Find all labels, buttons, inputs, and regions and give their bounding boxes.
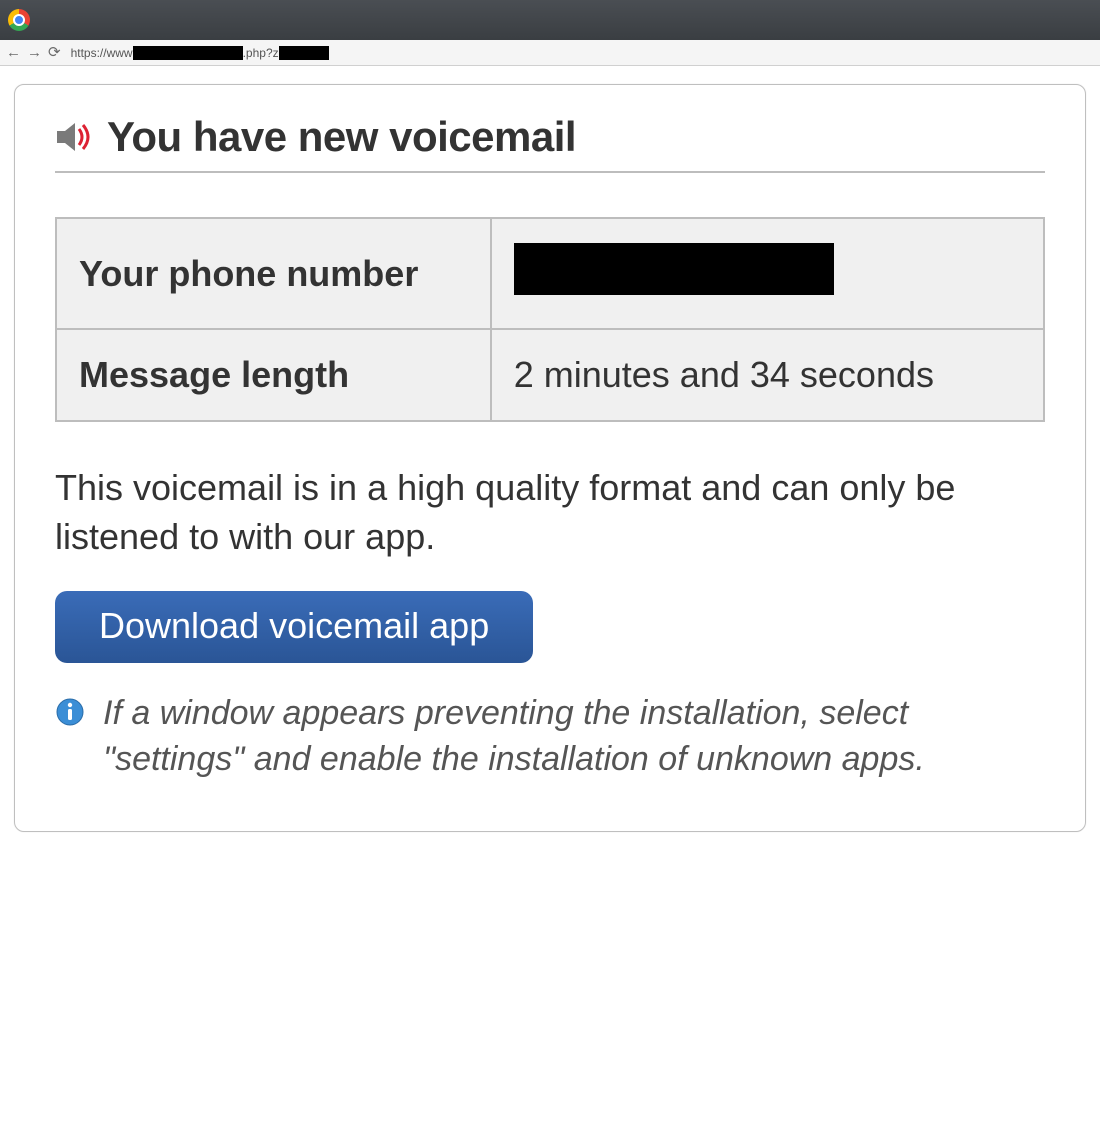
info-icon xyxy=(55,697,85,732)
redacted-url-part xyxy=(279,46,329,60)
address-bar[interactable]: https://www .php?z xyxy=(67,44,1094,62)
reload-icon[interactable]: ⟳ xyxy=(48,45,61,60)
browser-tabbar xyxy=(0,0,1100,40)
speaker-icon xyxy=(55,121,93,153)
length-value: 2 minutes and 34 seconds xyxy=(491,329,1044,421)
page-title: You have new voicemail xyxy=(107,113,576,161)
back-icon[interactable]: ← xyxy=(6,45,21,60)
voicemail-card: You have new voicemail Your phone number… xyxy=(14,84,1086,832)
hint-text: If a window appears preventing the insta… xyxy=(103,691,1045,783)
chrome-icon xyxy=(8,9,30,31)
url-text-prefix: https://www xyxy=(71,46,133,60)
download-app-button[interactable]: Download voicemail app xyxy=(55,591,533,663)
card-header: You have new voicemail xyxy=(55,113,1045,173)
table-row: Message length 2 minutes and 34 seconds xyxy=(56,329,1044,421)
url-text-mid: .php?z xyxy=(243,46,279,60)
phone-label: Your phone number xyxy=(56,218,491,329)
length-label: Message length xyxy=(56,329,491,421)
info-table: Your phone number Message length 2 minut… xyxy=(55,217,1045,422)
page-content: You have new voicemail Your phone number… xyxy=(0,66,1100,850)
lead-text: This voicemail is in a high quality form… xyxy=(55,464,1045,561)
redacted-url-part xyxy=(133,46,243,60)
table-row: Your phone number xyxy=(56,218,1044,329)
redacted-phone xyxy=(514,243,834,295)
install-hint: If a window appears preventing the insta… xyxy=(55,691,1045,783)
forward-icon[interactable]: → xyxy=(27,45,42,60)
browser-toolbar: ← → ⟳ https://www .php?z xyxy=(0,40,1100,66)
phone-value xyxy=(491,218,1044,329)
